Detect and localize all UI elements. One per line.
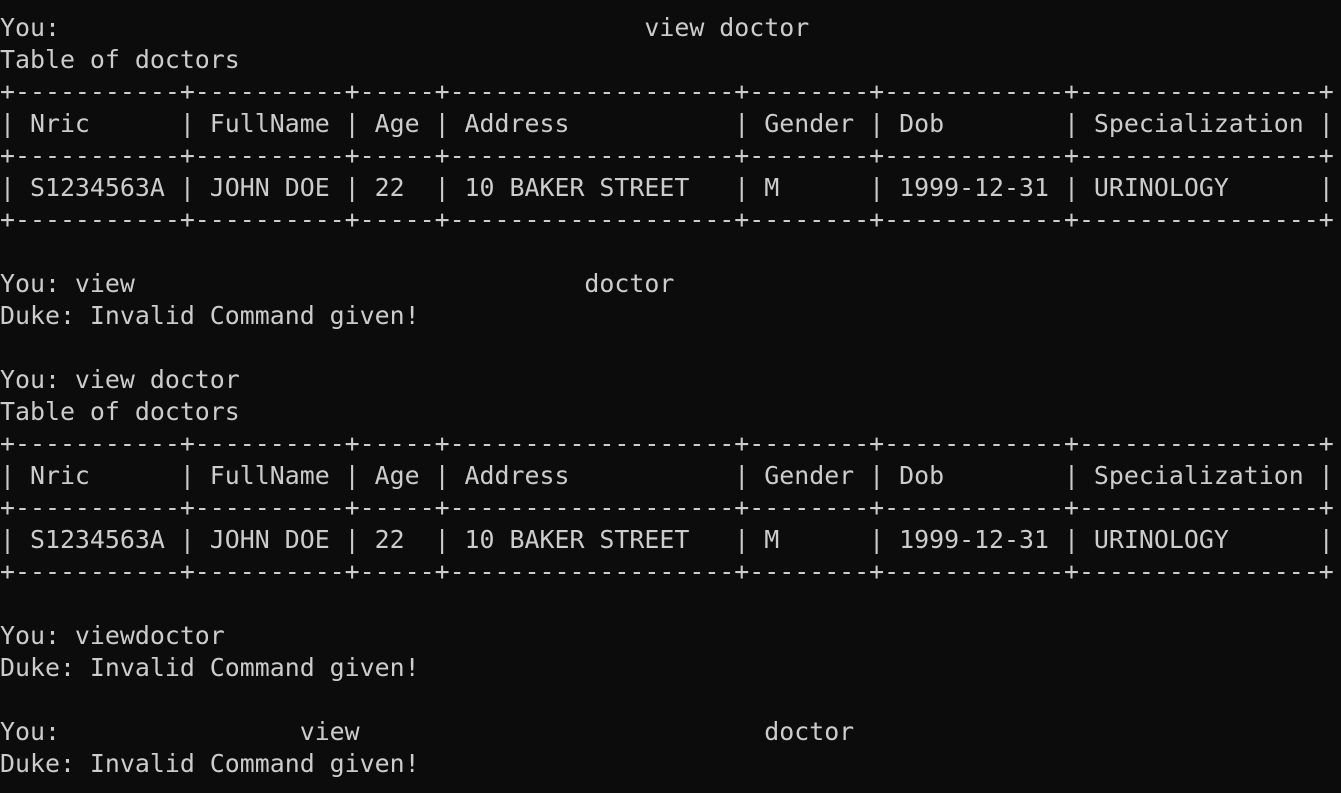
table-border: +-----------+----------+-----+----------… bbox=[0, 429, 1334, 458]
terminal-output[interactable]: You: view doctor Table of doctors +-----… bbox=[0, 0, 1341, 793]
error-response-line: Duke: Invalid Command given! bbox=[0, 301, 420, 330]
table-border: +-----------+----------+-----+----------… bbox=[0, 493, 1334, 522]
table-caption: Table of doctors bbox=[0, 45, 240, 74]
user-command-line: You: view doctor bbox=[0, 269, 675, 298]
user-command-line: You: view doctor bbox=[0, 717, 855, 746]
table-header-row: | Nric | FullName | Age | Address | Gend… bbox=[0, 109, 1334, 138]
table-border: +-----------+----------+-----+----------… bbox=[0, 141, 1334, 170]
table-row: | S1234563A | JOHN DOE | 22 | 10 BAKER S… bbox=[0, 525, 1334, 554]
error-response-line: Duke: Invalid Command given! bbox=[0, 653, 420, 682]
user-command-line: You: view doctor bbox=[0, 13, 810, 42]
user-command-line: You: viewdoctor bbox=[0, 621, 225, 650]
table-caption: Table of doctors bbox=[0, 397, 240, 426]
table-header-row: | Nric | FullName | Age | Address | Gend… bbox=[0, 461, 1334, 490]
table-border: +-----------+----------+-----+----------… bbox=[0, 205, 1334, 234]
table-border: +-----------+----------+-----+----------… bbox=[0, 77, 1334, 106]
error-response-line: Duke: Invalid Command given! bbox=[0, 749, 420, 778]
table-row: | S1234563A | JOHN DOE | 22 | 10 BAKER S… bbox=[0, 173, 1334, 202]
user-command-line: You: view doctor bbox=[0, 365, 240, 394]
table-border: +-----------+----------+-----+----------… bbox=[0, 557, 1334, 586]
